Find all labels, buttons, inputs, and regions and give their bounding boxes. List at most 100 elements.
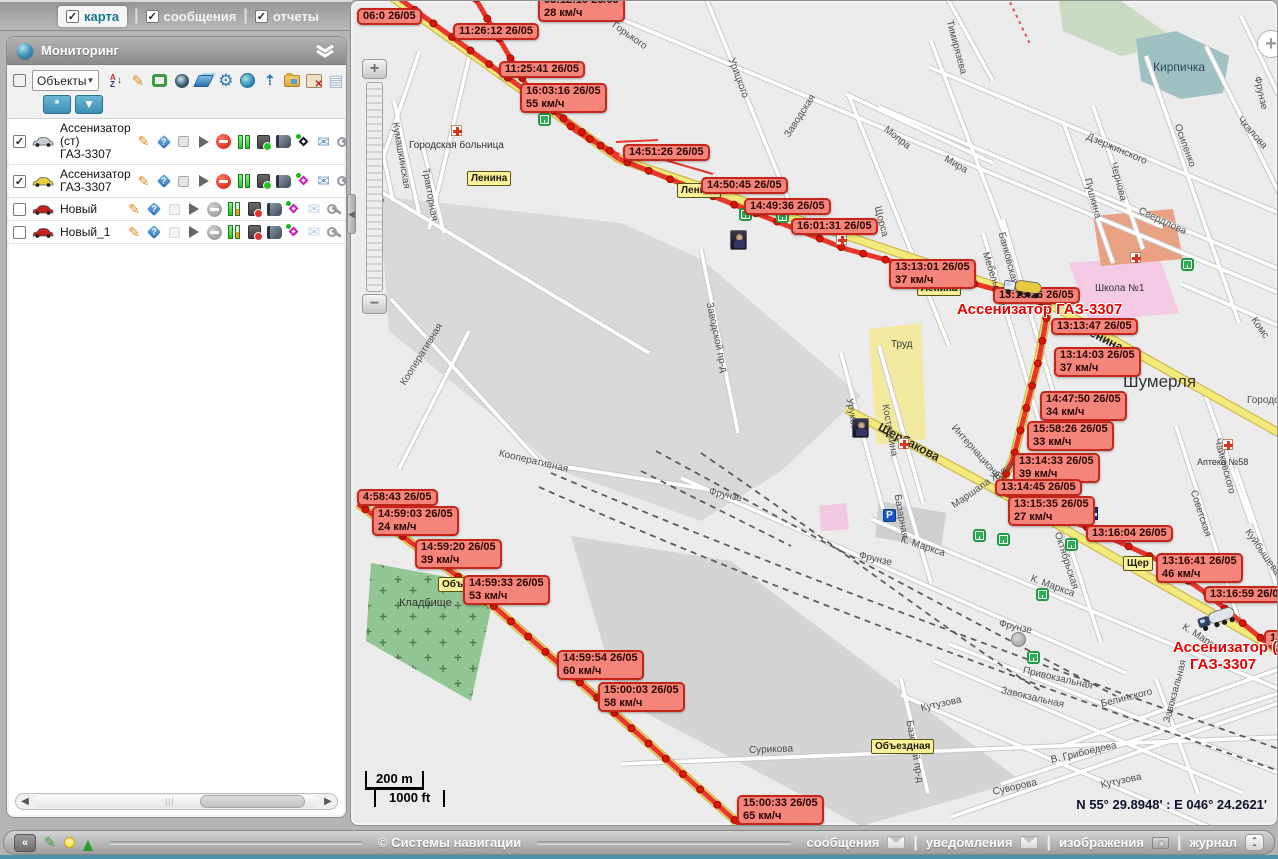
info-icon[interactable]: ?: [156, 173, 172, 189]
messages-tab-checkbox[interactable]: ✓: [146, 10, 159, 23]
pan-right-icon[interactable]: [391, 24, 407, 40]
edit-tool-icon[interactable]: ✎: [44, 834, 56, 851]
follow-icon[interactable]: [196, 134, 212, 150]
images-link[interactable]: изображения: [1059, 835, 1144, 850]
info-icon[interactable]: ?: [146, 224, 162, 240]
screen-icon[interactable]: [151, 72, 168, 89]
object-checkbox[interactable]: [13, 203, 26, 216]
settings-wrench-icon[interactable]: [336, 134, 347, 150]
journal-expand-icon[interactable]: ⌃⌃: [1245, 834, 1264, 851]
camera-icon[interactable]: [1152, 837, 1169, 849]
object-row[interactable]: Новый ✎? ✉: [7, 198, 346, 221]
object-name[interactable]: Новый_1: [60, 226, 121, 239]
select-icon[interactable]: [166, 224, 182, 240]
edit-icon[interactable]: ✎: [136, 134, 152, 150]
reports-tab-checkbox[interactable]: ✓: [255, 10, 268, 23]
marker-tool-icon[interactable]: [83, 835, 93, 851]
track-icon[interactable]: [286, 224, 302, 240]
messages-log-icon[interactable]: [256, 173, 272, 189]
wildcard-filter-button[interactable]: *: [43, 95, 71, 114]
properties-icon[interactable]: [276, 134, 292, 150]
eye-icon[interactable]: [173, 72, 190, 89]
scroll-left-icon[interactable]: ◀: [16, 794, 34, 809]
tab-messages[interactable]: ✓ сообщения: [146, 9, 237, 24]
properties-icon[interactable]: [266, 224, 282, 240]
folder-icon[interactable]: [283, 72, 300, 89]
journal-link[interactable]: журнал: [1189, 835, 1237, 850]
object-checkbox[interactable]: ✓: [13, 135, 26, 148]
map-pan-control[interactable]: [357, 7, 407, 57]
edit-icon[interactable]: ✎: [126, 224, 142, 240]
clipboard-icon[interactable]: ▤: [327, 72, 344, 89]
object-row[interactable]: Новый_1 ✎? ✉: [7, 221, 346, 244]
object-name[interactable]: Ассенизатор ГАЗ-3307: [60, 168, 131, 194]
map-area[interactable]: ГорькогоУрицкогоТимирязеваМопраМираДзерж…: [350, 0, 1278, 826]
scroll-right-icon[interactable]: ▶: [319, 794, 337, 809]
properties-icon[interactable]: [266, 201, 282, 217]
follow-icon[interactable]: [186, 201, 202, 217]
tab-map[interactable]: ✓ карта: [58, 6, 127, 27]
select-icon[interactable]: [176, 134, 192, 150]
messages-log-icon[interactable]: [246, 224, 262, 240]
objects-dropdown[interactable]: Объекты▼: [32, 70, 99, 91]
message-icon[interactable]: ✉: [306, 224, 322, 240]
zoom-slider[interactable]: [366, 82, 383, 292]
notifications-envelope-icon[interactable]: [1020, 836, 1038, 849]
track-icon[interactable]: [286, 201, 302, 217]
block-icon[interactable]: [216, 173, 232, 189]
follow-icon[interactable]: [196, 173, 212, 189]
globe-icon[interactable]: [239, 72, 256, 89]
track-icon[interactable]: [296, 173, 312, 189]
object-row[interactable]: ✓ Ассенизатор ГАЗ-3307 ✎? ✉: [7, 165, 346, 198]
message-icon[interactable]: ✉: [306, 201, 322, 217]
zoom-in-button[interactable]: +: [362, 59, 387, 79]
collapse-panel-icon[interactable]: [314, 44, 336, 58]
tab-reports[interactable]: ✓ отчеты: [255, 9, 319, 24]
edit-icon[interactable]: ✎: [129, 72, 146, 89]
block-icon[interactable]: [206, 224, 222, 240]
pan-left-icon[interactable]: [357, 24, 373, 40]
antenna-icon[interactable]: ⇡: [261, 72, 278, 89]
pan-down-icon[interactable]: [374, 41, 390, 57]
layers-icon[interactable]: [195, 72, 212, 89]
follow-icon[interactable]: [186, 224, 202, 240]
message-icon[interactable]: ✉: [316, 173, 332, 189]
lightbulb-icon[interactable]: [64, 837, 75, 848]
panel-collapse-handle[interactable]: ◀: [347, 194, 356, 234]
messages-log-icon[interactable]: [256, 134, 272, 150]
object-row[interactable]: ✓Ассенизатор (ст) ГАЗ-3307✎?✉: [7, 119, 346, 165]
object-name[interactable]: Ассенизатор (ст) ГАЗ-3307: [60, 122, 131, 161]
edit-icon[interactable]: ✎: [126, 201, 142, 217]
scrollbar-thumb[interactable]: [200, 795, 305, 808]
map-x-icon[interactable]: [305, 72, 322, 89]
horizontal-scrollbar[interactable]: ◀ ||| ▶: [15, 793, 338, 810]
properties-icon[interactable]: [276, 173, 292, 189]
select-icon[interactable]: [176, 173, 192, 189]
object-checkbox[interactable]: ✓: [13, 175, 26, 188]
gear-icon[interactable]: ⚙: [217, 72, 234, 89]
block-icon[interactable]: [216, 134, 232, 150]
settings-wrench-icon[interactable]: [326, 224, 342, 240]
object-name[interactable]: Новый: [60, 203, 121, 216]
track-icon[interactable]: [296, 134, 312, 150]
filter-dropdown-button[interactable]: ▼: [75, 95, 103, 114]
settings-wrench-icon[interactable]: [336, 173, 347, 189]
zoom-out-button[interactable]: −: [362, 294, 387, 314]
info-icon[interactable]: ?: [146, 201, 162, 217]
messages-link[interactable]: сообщения: [807, 835, 880, 850]
block-icon[interactable]: [206, 201, 222, 217]
collapse-bar-button[interactable]: «: [14, 834, 36, 852]
notifications-link[interactable]: уведомления: [926, 835, 1013, 850]
map-tab-checkbox[interactable]: ✓: [66, 10, 79, 23]
object-checkbox[interactable]: [13, 226, 26, 239]
monitoring-header[interactable]: Мониторинг: [7, 37, 346, 65]
info-icon[interactable]: ?: [156, 134, 172, 150]
scrollbar-track[interactable]: |||: [34, 795, 319, 808]
sort-az-icon[interactable]: AZ↓: [107, 72, 124, 89]
edit-icon[interactable]: ✎: [136, 173, 152, 189]
messages-log-icon[interactable]: [246, 201, 262, 217]
messages-envelope-icon[interactable]: [887, 836, 905, 849]
select-all-checkbox[interactable]: [13, 74, 26, 87]
pan-up-icon[interactable]: [374, 7, 390, 23]
select-icon[interactable]: [166, 201, 182, 217]
